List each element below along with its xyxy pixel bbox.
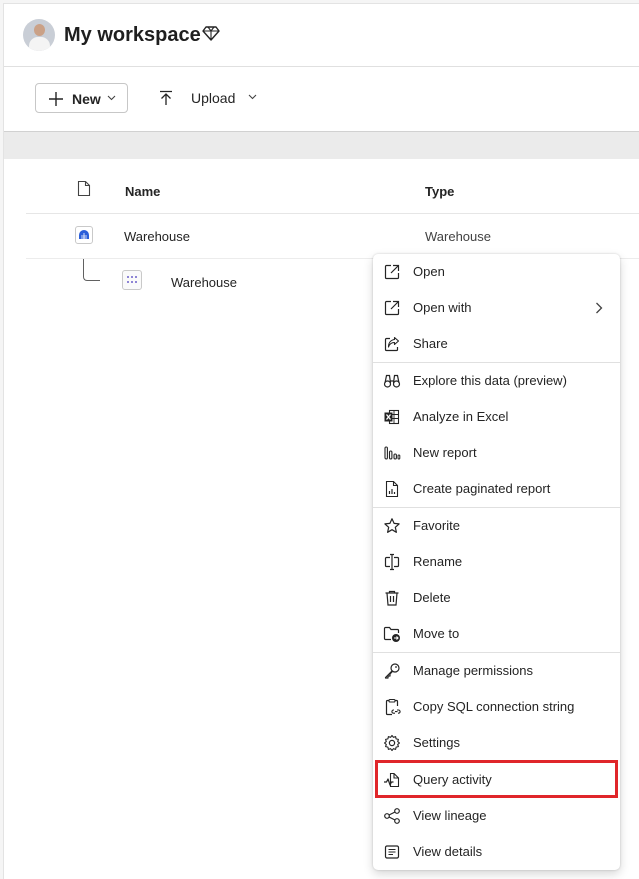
item-name[interactable]: Warehouse xyxy=(124,229,190,244)
menu-item-favorite[interactable]: Favorite xyxy=(373,508,620,544)
column-header-type[interactable]: Type xyxy=(425,184,454,199)
menu-item-open[interactable]: Open xyxy=(373,254,620,290)
open-icon xyxy=(384,264,400,280)
chevron-down-icon xyxy=(248,94,257,100)
menu-item-label: New report xyxy=(413,445,477,460)
plus-icon xyxy=(49,92,63,106)
menu-item-label: View details xyxy=(413,844,483,859)
menu-item-label: View lineage xyxy=(413,808,487,823)
key-icon xyxy=(384,663,400,679)
move-folder-icon xyxy=(383,626,400,642)
menu-item-label: Open with xyxy=(413,300,472,315)
warehouse-icon xyxy=(75,226,93,244)
new-button-label: New xyxy=(72,91,101,107)
menu-item-label: Share xyxy=(413,336,448,351)
avatar-body xyxy=(29,37,50,51)
context-menu: Open Open with Share Explore this data (… xyxy=(373,254,620,870)
chevron-down-icon xyxy=(107,95,116,101)
menu-item-settings[interactable]: Settings xyxy=(373,725,620,761)
open-with-icon xyxy=(384,300,400,316)
sql-endpoint-icon xyxy=(122,270,142,290)
upload-button-label: Upload xyxy=(191,90,236,106)
menu-item-label: Favorite xyxy=(413,518,460,533)
column-header-name[interactable]: Name xyxy=(125,184,160,199)
menu-item-label: Explore this data (preview) xyxy=(413,373,567,388)
menu-item-query-activity[interactable]: Query activity xyxy=(373,762,620,798)
query-activity-icon xyxy=(384,772,400,788)
menu-item-label: Create paginated report xyxy=(413,481,551,496)
page-title: My workspace xyxy=(64,24,201,46)
menu-item-rename[interactable]: Rename xyxy=(373,544,620,580)
share-icon xyxy=(384,336,400,352)
menu-item-label: Query activity xyxy=(413,772,492,787)
table-header: Name Type xyxy=(26,169,639,214)
new-button[interactable]: New xyxy=(35,83,128,113)
bar-chart-icon xyxy=(384,446,401,460)
menu-item-manage-permissions[interactable]: Manage permissions xyxy=(373,653,620,689)
diamond-icon xyxy=(202,26,220,41)
menu-item-view-details[interactable]: View details xyxy=(373,834,620,870)
menu-item-view-lineage[interactable]: View lineage xyxy=(373,798,620,834)
menu-item-label: Open xyxy=(413,264,445,279)
tree-connector xyxy=(83,259,100,281)
menu-item-delete[interactable]: Delete xyxy=(373,580,620,616)
menu-item-new-report[interactable]: New report xyxy=(373,435,620,471)
lineage-icon xyxy=(384,808,400,824)
menu-item-share[interactable]: Share xyxy=(373,326,620,362)
menu-item-label: Manage permissions xyxy=(413,663,533,678)
menu-item-move-to[interactable]: Move to xyxy=(373,616,620,652)
menu-item-label: Delete xyxy=(413,590,451,605)
avatar[interactable] xyxy=(23,19,55,51)
file-type-icon xyxy=(77,180,91,197)
item-type: Warehouse xyxy=(425,229,491,244)
upload-icon xyxy=(160,90,172,105)
filter-band xyxy=(4,132,639,159)
menu-item-explore[interactable]: Explore this data (preview) xyxy=(373,363,620,399)
star-icon xyxy=(384,518,400,533)
menu-item-open-with[interactable]: Open with xyxy=(373,290,620,326)
table-row[interactable]: Warehouse Warehouse xyxy=(26,214,639,259)
menu-item-label: Rename xyxy=(413,554,463,569)
upload-button[interactable]: Upload xyxy=(158,83,268,113)
excel-icon xyxy=(384,409,400,425)
workspace-header: My workspace xyxy=(4,4,639,67)
clipboard-link-icon xyxy=(385,698,401,716)
menu-item-label: Move to xyxy=(413,626,460,641)
item-name[interactable]: Warehouse xyxy=(171,275,237,290)
menu-item-paginated-report[interactable]: Create paginated report xyxy=(373,471,620,507)
binoculars-icon xyxy=(383,374,401,388)
avatar-head xyxy=(34,24,45,36)
rename-icon xyxy=(384,553,400,571)
menu-item-label: Copy SQL connection string xyxy=(413,699,575,714)
paginated-report-icon xyxy=(385,480,399,498)
trash-icon xyxy=(385,590,399,606)
gear-icon xyxy=(383,734,401,752)
menu-item-analyze-excel[interactable]: Analyze in Excel xyxy=(373,399,620,435)
menu-item-copy-sql[interactable]: Copy SQL connection string xyxy=(373,689,620,725)
toolbar: New Upload xyxy=(4,67,639,132)
menu-item-label: Analyze in Excel xyxy=(413,409,509,424)
details-icon xyxy=(384,845,400,859)
chevron-right-icon xyxy=(596,302,603,314)
menu-item-label: Settings xyxy=(413,735,460,750)
